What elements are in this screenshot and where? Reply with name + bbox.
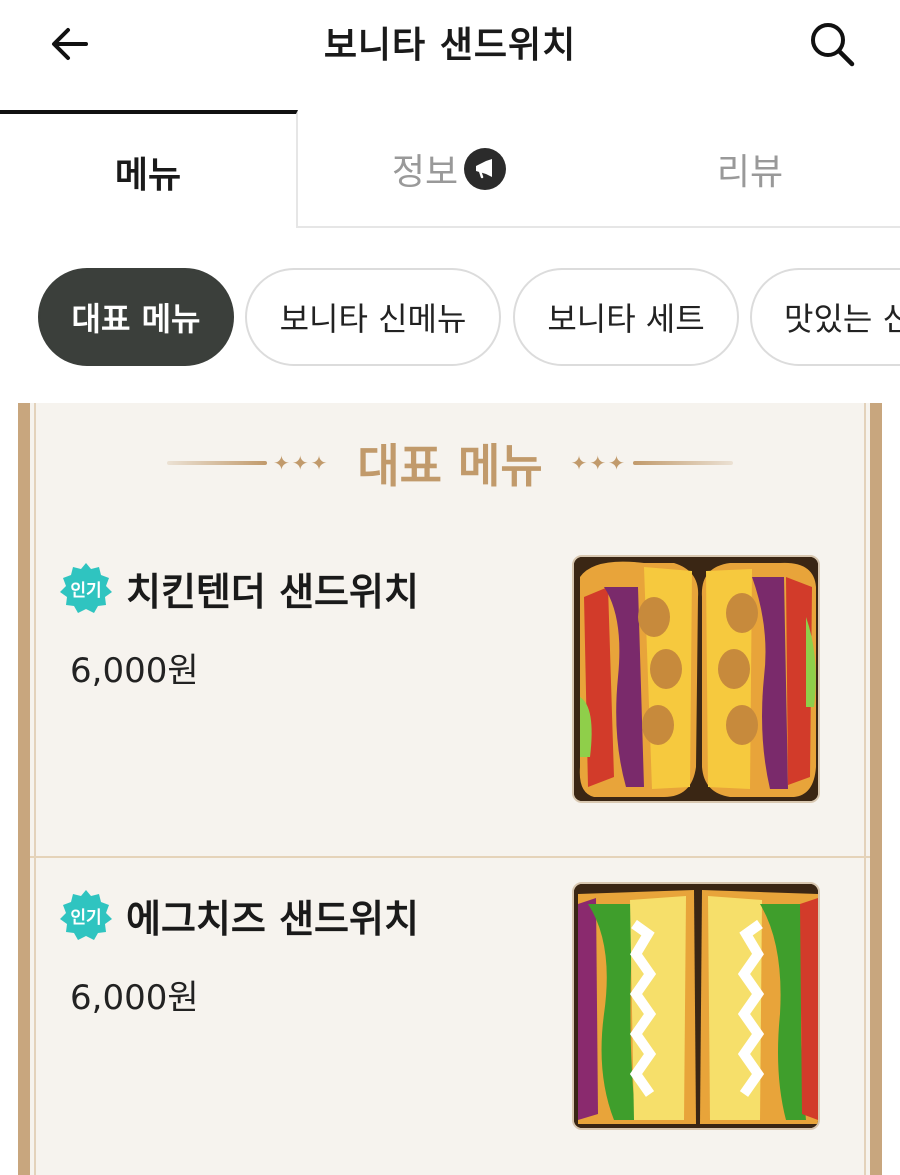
chip-set-menu[interactable]: 보니타 세트 [513,268,739,366]
ornament-right: ✦✦✦ [565,451,733,475]
tab-bar: 메뉴 정보 리뷰 [0,110,900,230]
menu-item-price: 6,000원 [70,651,199,691]
section-title: 대표 메뉴 [357,439,543,493]
tab-info[interactable]: 정보 [298,110,600,228]
ornament-left: ✦✦✦ [167,451,335,475]
section-header: ✦✦✦ 대표 메뉴 ✦✦✦ [30,433,870,493]
popular-badge-icon: 인기 [60,890,112,940]
tab-review-label: 리뷰 [716,152,784,193]
popular-badge-label: 인기 [70,581,101,601]
chip-tasty-menu[interactable]: 맛있는 신 [750,268,900,366]
tab-review[interactable]: 리뷰 [600,110,900,228]
menu-item[interactable]: 인기 치킨텐더 샌드위치 6,000원 [30,533,870,858]
menu-item-name: 에그치즈 샌드위치 [126,897,419,941]
menu-item-price: 6,000원 [70,978,199,1018]
menu-item[interactable]: 인기 에그치즈 샌드위치 6,000원 [30,860,870,1175]
tab-info-label: 정보 [391,152,459,193]
chip-signature-menu[interactable]: 대표 메뉴 [38,268,234,366]
menu-panel: ✦✦✦ 대표 메뉴 ✦✦✦ 인기 치킨텐더 샌드위치 6,000원 인기 에그치… [18,403,882,1175]
megaphone-icon [464,148,507,190]
search-button[interactable] [800,12,864,76]
menu-item-name: 치킨텐더 샌드위치 [126,570,419,614]
tab-menu[interactable]: 메뉴 [0,110,298,230]
popular-badge-label: 인기 [70,908,101,928]
page-title: 보니타 샌드위치 [323,25,577,66]
category-chip-row: 대표 메뉴 보니타 신메뉴 보니타 세트 맛있는 신 [0,228,900,403]
egg-cheese-sandwich-photo[interactable] [572,882,820,1130]
popular-badge-icon: 인기 [60,563,112,613]
tab-menu-label: 메뉴 [114,155,182,196]
chicken-tender-sandwich-photo[interactable] [572,555,820,803]
top-bar: 보니타 샌드위치 [0,0,900,110]
search-icon [811,23,855,67]
chip-new-menu[interactable]: 보니타 신메뉴 [245,268,501,366]
